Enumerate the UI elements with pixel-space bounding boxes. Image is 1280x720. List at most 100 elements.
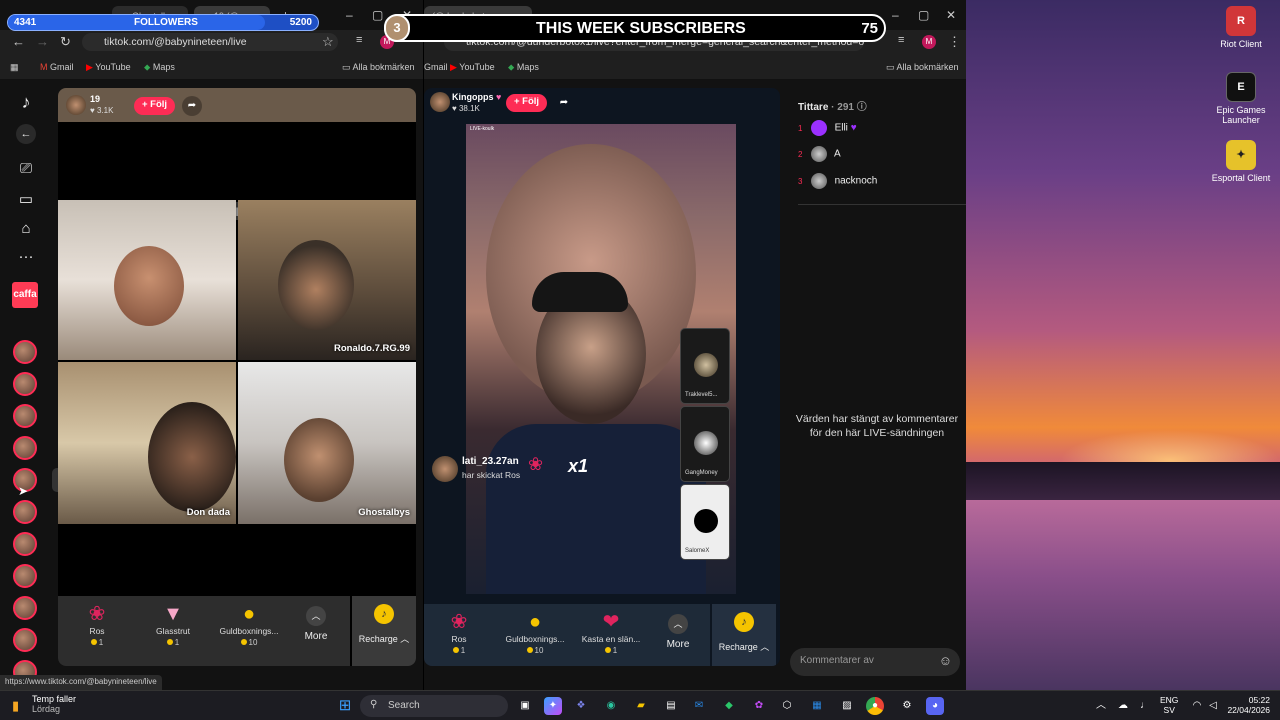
gift-ice-cream[interactable]: ▼ Glasstrut 1: [138, 602, 208, 647]
host-name[interactable]: 19: [90, 94, 100, 104]
extensions-icon[interactable]: ≡: [356, 34, 362, 46]
outlook-icon[interactable]: ✉: [690, 697, 708, 715]
file-explorer-icon[interactable]: ▰: [632, 697, 650, 715]
forward-icon[interactable]: →: [36, 34, 49, 49]
following-live-avatar[interactable]: [13, 372, 37, 396]
show-hidden-icons[interactable]: ︿: [1092, 697, 1110, 715]
reload-icon[interactable]: ↻: [60, 34, 71, 50]
guest-video-ronaldo[interactable]: Ronaldo.7.RG.99: [238, 200, 416, 360]
viewer-row[interactable]: 3 nacknoch: [798, 173, 877, 189]
minimize-icon[interactable]: –: [892, 8, 899, 22]
following-live-avatar[interactable]: [13, 404, 37, 428]
store-icon[interactable]: ▤: [662, 697, 680, 715]
gift-kiss[interactable]: ❤ Kasta en slän... 1: [576, 610, 646, 655]
following-live-avatar[interactable]: [13, 436, 37, 460]
desktop-icon-esportal[interactable]: ✦ Esportal Client: [1211, 140, 1271, 183]
bookmark-maps[interactable]: ⬥ Maps: [144, 62, 175, 73]
guest-slot-3[interactable]: SalomeX: [680, 484, 730, 560]
task-view-icon[interactable]: ▣: [516, 697, 534, 715]
coin-icon: [240, 639, 247, 645]
apps-grid-icon[interactable]: ▦: [10, 62, 19, 73]
explore-icon[interactable]: ⌂: [15, 220, 37, 242]
back-arrow-icon[interactable]: ←: [16, 124, 36, 144]
more-gifts-button[interactable]: ︿ More: [296, 606, 336, 642]
profile-avatar[interactable]: M: [922, 35, 936, 49]
bookmark-youtube[interactable]: ▶ YouTube: [450, 62, 495, 73]
back-icon[interactable]: ←: [12, 34, 25, 49]
bookmark-gmail[interactable]: M Gmail: [40, 62, 74, 72]
following-live-avatar[interactable]: [13, 340, 37, 364]
volume-icon[interactable]: ◁: [1204, 697, 1222, 715]
settings-icon[interactable]: ⚙: [898, 697, 916, 715]
viewer-row[interactable]: 2 A: [798, 146, 841, 162]
gift-gold-boxing[interactable]: ● Guldboxnings... 10: [214, 602, 284, 647]
more-dots-icon[interactable]: ···: [15, 248, 37, 270]
following-live-avatar[interactable]: [13, 564, 37, 588]
guest-video-ghostalbys[interactable]: Ghostalbys: [238, 362, 416, 524]
video-camera-icon[interactable]: ▭: [15, 190, 37, 212]
calendar-icon[interactable]: ▦: [808, 697, 826, 715]
teams-icon[interactable]: ❖: [572, 697, 590, 715]
comment-input[interactable]: Kommentarer av ☺: [790, 648, 960, 676]
emoji-icon[interactable]: ☺: [939, 653, 952, 668]
extensions-icon[interactable]: ≡: [898, 34, 904, 46]
viewer-row[interactable]: 1 Elli ♥: [798, 120, 857, 136]
menu-kebab-icon[interactable]: ⋮: [948, 34, 961, 50]
tiktok-sidebar: ♪ ← ⎚ ▭ ⌂ ··· caffa ➤: [0, 80, 52, 690]
bookmark-all-folder[interactable]: ▭ Alla bokmärken: [342, 62, 415, 73]
mouse-cursor: ➤: [18, 484, 29, 498]
gift-gold-boxing[interactable]: ● Guldboxnings... 10: [500, 610, 570, 655]
bookmark-star-icon[interactable]: ☆: [322, 34, 334, 50]
cloud-icon[interactable]: ☁: [1114, 697, 1132, 715]
app-icon[interactable]: ⬡: [778, 697, 796, 715]
tiktok-logo-icon[interactable]: ♪: [15, 92, 37, 114]
minimize-icon[interactable]: –: [346, 8, 353, 22]
recharge-button[interactable]: ♪ Recharge ︿: [352, 596, 416, 666]
discord-icon[interactable]: ◕: [926, 697, 944, 715]
gift-rose[interactable]: ❀ Ros 1: [424, 610, 494, 655]
guest-slot-2[interactable]: GangMoney: [680, 406, 730, 482]
follow-button[interactable]: + Följ: [134, 97, 176, 115]
following-live-avatar[interactable]: [13, 500, 37, 524]
url-field[interactable]: tiktok.com/@babynineteen/live: [82, 33, 338, 51]
live-tv-icon[interactable]: ⎚: [15, 160, 37, 182]
following-live-avatar[interactable]: [13, 628, 37, 652]
weather-widget[interactable]: ▮ Temp faller Lördag: [12, 694, 76, 714]
share-icon[interactable]: ➦: [182, 96, 202, 116]
desktop-icon-riot-client[interactable]: R Riot Client: [1211, 6, 1271, 49]
edge-icon[interactable]: ◉: [602, 697, 620, 715]
bookmark-youtube[interactable]: ▶ YouTube: [86, 62, 131, 73]
taskbar-search[interactable]: ⚲ Search: [360, 695, 508, 717]
vpn-icon[interactable]: ◆: [720, 697, 738, 715]
microphone-icon[interactable]: ♩: [1136, 697, 1154, 715]
guest-slot-1[interactable]: Traklevel5...: [680, 328, 730, 404]
more-gifts-button[interactable]: ︿ More: [658, 614, 698, 650]
following-live-avatar[interactable]: [13, 532, 37, 556]
host-avatar[interactable]: [430, 92, 450, 112]
host-name[interactable]: Kingopps ♥: [452, 92, 501, 102]
windows-start-icon[interactable]: ⊞: [336, 697, 354, 715]
guest-video-don-dada[interactable]: Don dada: [58, 362, 236, 524]
bookmark-gmail[interactable]: Gmail: [424, 62, 448, 72]
share-icon[interactable]: ➦: [554, 93, 574, 113]
maximize-icon[interactable]: ▢: [372, 8, 383, 22]
gift-rose[interactable]: ❀ Ros 1: [62, 602, 132, 647]
chrome-icon[interactable]: ●: [866, 697, 884, 715]
desktop-icon-epic-games[interactable]: E Epic Games Launcher: [1211, 72, 1271, 125]
close-window-icon[interactable]: ✕: [946, 8, 956, 22]
maximize-icon[interactable]: ▢: [918, 8, 929, 22]
recharge-button[interactable]: ♪ Recharge ︿: [712, 604, 776, 666]
clock[interactable]: 05:22 22/04/2026: [1222, 695, 1270, 715]
follow-button[interactable]: + Följ: [506, 94, 548, 112]
language-indicator[interactable]: ENG SV: [1160, 695, 1178, 715]
sender-name: lati_23.27an: [462, 456, 519, 467]
m365-icon[interactable]: ✿: [750, 697, 768, 715]
photos-icon[interactable]: ▨: [838, 697, 856, 715]
bookmark-maps[interactable]: ⬥ Maps: [508, 62, 539, 73]
caffa-logo[interactable]: caffa: [12, 282, 38, 308]
following-live-avatar[interactable]: [13, 596, 37, 620]
copilot-icon[interactable]: ✦: [544, 697, 562, 715]
guest-video-host[interactable]: [58, 200, 236, 360]
host-avatar[interactable]: [66, 95, 86, 115]
bookmark-all-folder[interactable]: ▭ Alla bokmärken: [886, 62, 959, 73]
